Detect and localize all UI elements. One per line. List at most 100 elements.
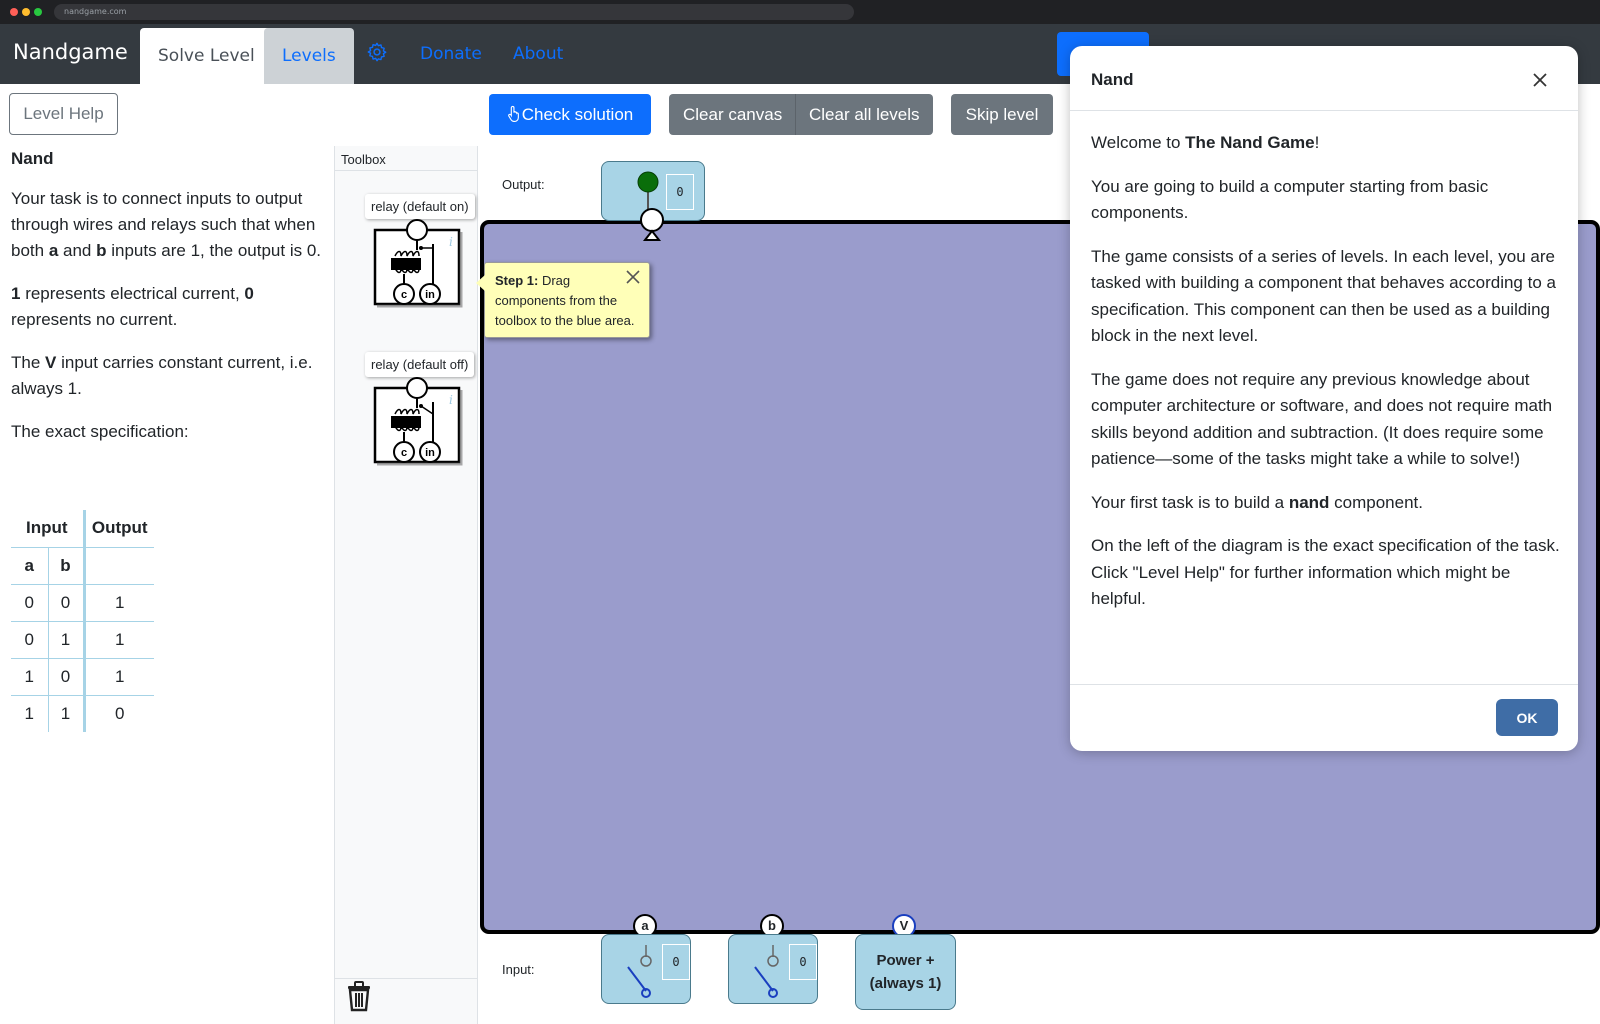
- cell: 0: [11, 584, 49, 622]
- divider: [335, 978, 477, 979]
- gear-icon[interactable]: [366, 41, 388, 63]
- pin-c-label: c: [401, 289, 407, 301]
- table-row: 1 1 0: [11, 695, 154, 732]
- output-label: Output:: [502, 177, 545, 192]
- trash-icon[interactable]: [345, 980, 373, 1012]
- input-a-node[interactable]: 0: [601, 934, 691, 1004]
- info-glyph: i: [449, 235, 453, 249]
- close-icon[interactable]: [1530, 70, 1550, 90]
- check-solution-label: Check solution: [521, 104, 634, 124]
- level-title: Nand: [11, 149, 54, 168]
- divider: [1070, 684, 1578, 685]
- power-line2: (always 1): [869, 975, 942, 992]
- skip-level-button[interactable]: Skip level: [951, 94, 1053, 135]
- info-glyph: i: [449, 393, 453, 407]
- modal-paragraph: The game does not require any previous k…: [1091, 369, 1553, 469]
- relay-default-off-component[interactable]: i c in: [371, 376, 467, 466]
- zero-ref: 0: [244, 284, 254, 303]
- modal-body: Welcome to The Nand Game! You are going …: [1091, 130, 1561, 630]
- cell: 1: [48, 695, 86, 732]
- tooltip-step: Step 1:: [495, 273, 539, 288]
- ok-button[interactable]: OK: [1496, 699, 1558, 736]
- input-label: Input:: [502, 962, 535, 977]
- text: !: [1314, 133, 1320, 152]
- text: represents no current.: [11, 310, 178, 329]
- table-row: 1 0 1: [11, 658, 154, 696]
- pin-in-label: in: [425, 289, 435, 301]
- cell: 1: [48, 621, 86, 659]
- modal-title: Nand: [1091, 70, 1134, 89]
- header-output: Output: [84, 510, 154, 548]
- tab-levels[interactable]: Levels: [264, 28, 354, 84]
- switch-icon: [754, 945, 779, 998]
- table-row: 0 1 1: [11, 621, 154, 659]
- v-ref: V: [45, 353, 57, 372]
- input-b-value: 0: [789, 944, 817, 980]
- donate-link[interactable]: Donate: [420, 44, 482, 64]
- close-window-dot[interactable]: [10, 8, 18, 16]
- switch-icon: [627, 945, 652, 998]
- spec-intro: The exact specification:: [11, 422, 189, 441]
- browser-chrome: nandgame.com: [0, 0, 1600, 24]
- cell: 1: [84, 658, 154, 696]
- clear-all-levels-button[interactable]: Clear all levels: [809, 94, 920, 135]
- input-b-ref: b: [96, 241, 107, 260]
- close-icon[interactable]: [625, 269, 641, 285]
- header-b: b: [48, 547, 86, 585]
- tooltip-arrow: [476, 275, 485, 291]
- output-pin-icon[interactable]: [639, 208, 665, 242]
- brand-logo[interactable]: Nandgame: [13, 40, 128, 64]
- first-task-paragraph: Your first task is to build a nand compo…: [1091, 490, 1561, 517]
- relay-default-off-label: relay (default off): [365, 352, 475, 377]
- level-help-button[interactable]: Level Help: [9, 93, 118, 135]
- check-solution-button[interactable]: Check solution: [489, 94, 651, 135]
- button-divider: [795, 94, 796, 135]
- cell: 1: [84, 621, 154, 659]
- power-line1: Power +: [876, 952, 935, 969]
- relay-default-on-component[interactable]: i c in: [371, 218, 467, 308]
- text: Your first task is to build a: [1091, 492, 1289, 512]
- power-label: Power + (always 1): [856, 949, 955, 995]
- cell: 1: [84, 584, 154, 622]
- power-node[interactable]: Power + (always 1): [855, 934, 956, 1010]
- text: input carries constant current, i.e. alw…: [11, 353, 313, 398]
- step-tooltip: Step 1: Drag components from the toolbox…: [476, 262, 650, 338]
- maximize-window-dot[interactable]: [34, 8, 42, 16]
- toolbox: Toolbox relay (default on) i c in relay …: [334, 146, 478, 1024]
- relay-default-on-label: relay (default on): [365, 194, 475, 219]
- input-a-value: 0: [662, 944, 690, 980]
- welcome-paragraph: Welcome to The Nand Game!: [1091, 130, 1561, 157]
- text: represents electrical current,: [20, 284, 245, 303]
- modal-paragraph: You are going to build a computer starti…: [1091, 176, 1489, 223]
- header-empty: [84, 547, 154, 585]
- minimize-window-dot[interactable]: [22, 8, 30, 16]
- input-a-ref: a: [48, 241, 59, 260]
- address-bar[interactable]: nandgame.com: [54, 4, 854, 20]
- header-a: a: [11, 547, 49, 585]
- cell: 0: [11, 621, 49, 659]
- level-description: Nand Your task is to connect inputs to o…: [11, 146, 331, 462]
- hand-pointer-icon: [507, 105, 519, 122]
- table-subheader-row: a b: [11, 547, 154, 585]
- nand-ref: nand: [1288, 492, 1330, 512]
- task-paragraph: Your task is to connect inputs to output…: [11, 186, 331, 264]
- divider: [1070, 110, 1578, 111]
- table-header-row: Input Output: [11, 510, 154, 548]
- modal-paragraph: The game consists of a series of levels.…: [1091, 246, 1556, 346]
- tab-solve-level[interactable]: Solve Level: [140, 28, 273, 84]
- input-b-node[interactable]: 0: [728, 934, 818, 1004]
- clear-button-group: Clear canvas Clear all levels: [669, 94, 933, 135]
- welcome-modal: Nand Welcome to The Nand Game! You are g…: [1070, 46, 1578, 751]
- toolbox-title: Toolbox: [341, 152, 386, 167]
- text: Welcome to: [1091, 133, 1186, 152]
- modal-paragraph: On the left of the diagram is the exact …: [1091, 536, 1560, 608]
- header-input: Input: [11, 510, 86, 548]
- cell: 0: [115, 703, 125, 723]
- clear-canvas-button[interactable]: Clear canvas: [683, 94, 782, 135]
- about-link[interactable]: About: [513, 44, 563, 64]
- cell: 1: [11, 695, 49, 732]
- cell: 1: [11, 658, 49, 696]
- table-row: 0 0 1: [11, 584, 154, 622]
- output-value: 0: [666, 174, 694, 210]
- text: The: [11, 353, 46, 372]
